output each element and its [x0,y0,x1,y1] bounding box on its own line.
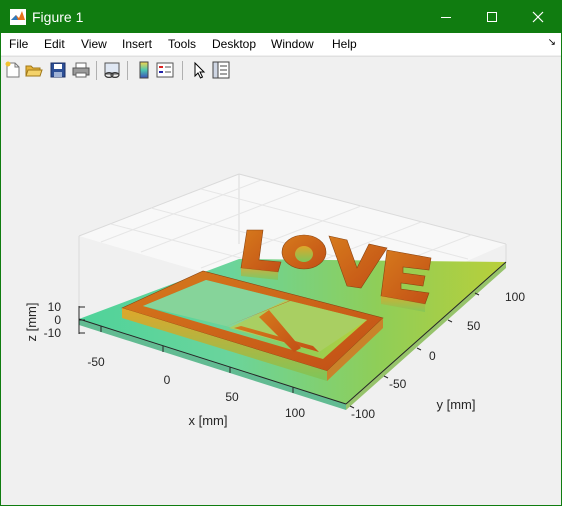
title-bar[interactable]: Figure 1 [1,1,561,33]
menu-edit[interactable]: Edit [44,37,65,51]
edit-plot-button[interactable] [190,61,208,79]
colorbar-button[interactable] [135,61,153,79]
legend-button[interactable] [156,61,174,79]
print-button[interactable] [72,61,90,79]
print-icon [72,62,90,78]
maximize-icon [487,12,497,22]
menu-insert[interactable]: Insert [122,37,152,51]
close-icon [532,11,544,23]
y-tick-label: 100 [505,290,525,304]
y-tick-label: 50 [467,319,481,333]
new-figure-icon [5,61,20,78]
menu-bar: File Edit View Insert Tools Desktop Wind… [1,33,561,55]
z-axis-label: z [mm] [24,303,39,342]
z-tick-label: 0 [54,313,61,327]
legend-icon [156,62,174,78]
menu-help[interactable]: Help [332,37,357,51]
save-button[interactable] [49,61,67,79]
figure-canvas[interactable]: 10 0 -10 z [mm] -50 0 50 100 x [mm] -100… [1,84,561,505]
window-title: Figure 1 [32,9,84,25]
toolbar-separator [96,61,97,80]
open-file-button[interactable] [25,61,43,79]
close-button[interactable] [515,1,561,33]
z-tick-label: -10 [44,326,62,340]
menu-window[interactable]: Window [271,37,314,51]
x-axis-label: x [mm] [189,413,228,428]
new-figure-button[interactable] [4,61,22,79]
x-tick-label: 50 [225,390,239,404]
property-inspector-icon [212,61,230,79]
menu-desktop[interactable]: Desktop [212,37,256,51]
menu-view[interactable]: View [81,37,107,51]
x-tick-label: -50 [87,355,105,369]
property-inspector-button[interactable] [212,61,230,79]
menu-tools[interactable]: Tools [168,37,196,51]
open-file-icon [25,65,43,77]
y-tick-label: -50 [389,377,407,391]
toolbar-separator [182,61,183,80]
y-tick-label: 0 [429,349,436,363]
y-axis-label: y [mm] [437,397,476,412]
edit-plot-arrow-icon [194,61,206,79]
menu-file[interactable]: File [9,37,28,51]
x-tick-label: 100 [285,406,305,420]
figure-toolbar [1,56,561,85]
z-tick-label: 10 [48,300,62,314]
surface-plot-axes[interactable]: 10 0 -10 z [mm] -50 0 50 100 x [mm] -100… [1,84,561,505]
minimize-button[interactable] [423,1,469,33]
y-tick-label: -100 [351,407,375,421]
maximize-button[interactable] [469,1,515,33]
toolbar-separator [127,61,128,80]
link-plot-button[interactable] [103,61,121,79]
minimize-icon [441,17,451,18]
save-icon [50,62,66,78]
link-plot-icon [104,62,120,79]
colorbar-icon [139,61,149,79]
matlab-app-icon [10,9,26,25]
dock-arrow-icon[interactable]: ↘ [548,37,556,48]
figure-window: Figure 1 File Edit View Insert Tools Des… [0,0,562,506]
x-tick-label: 0 [164,373,171,387]
